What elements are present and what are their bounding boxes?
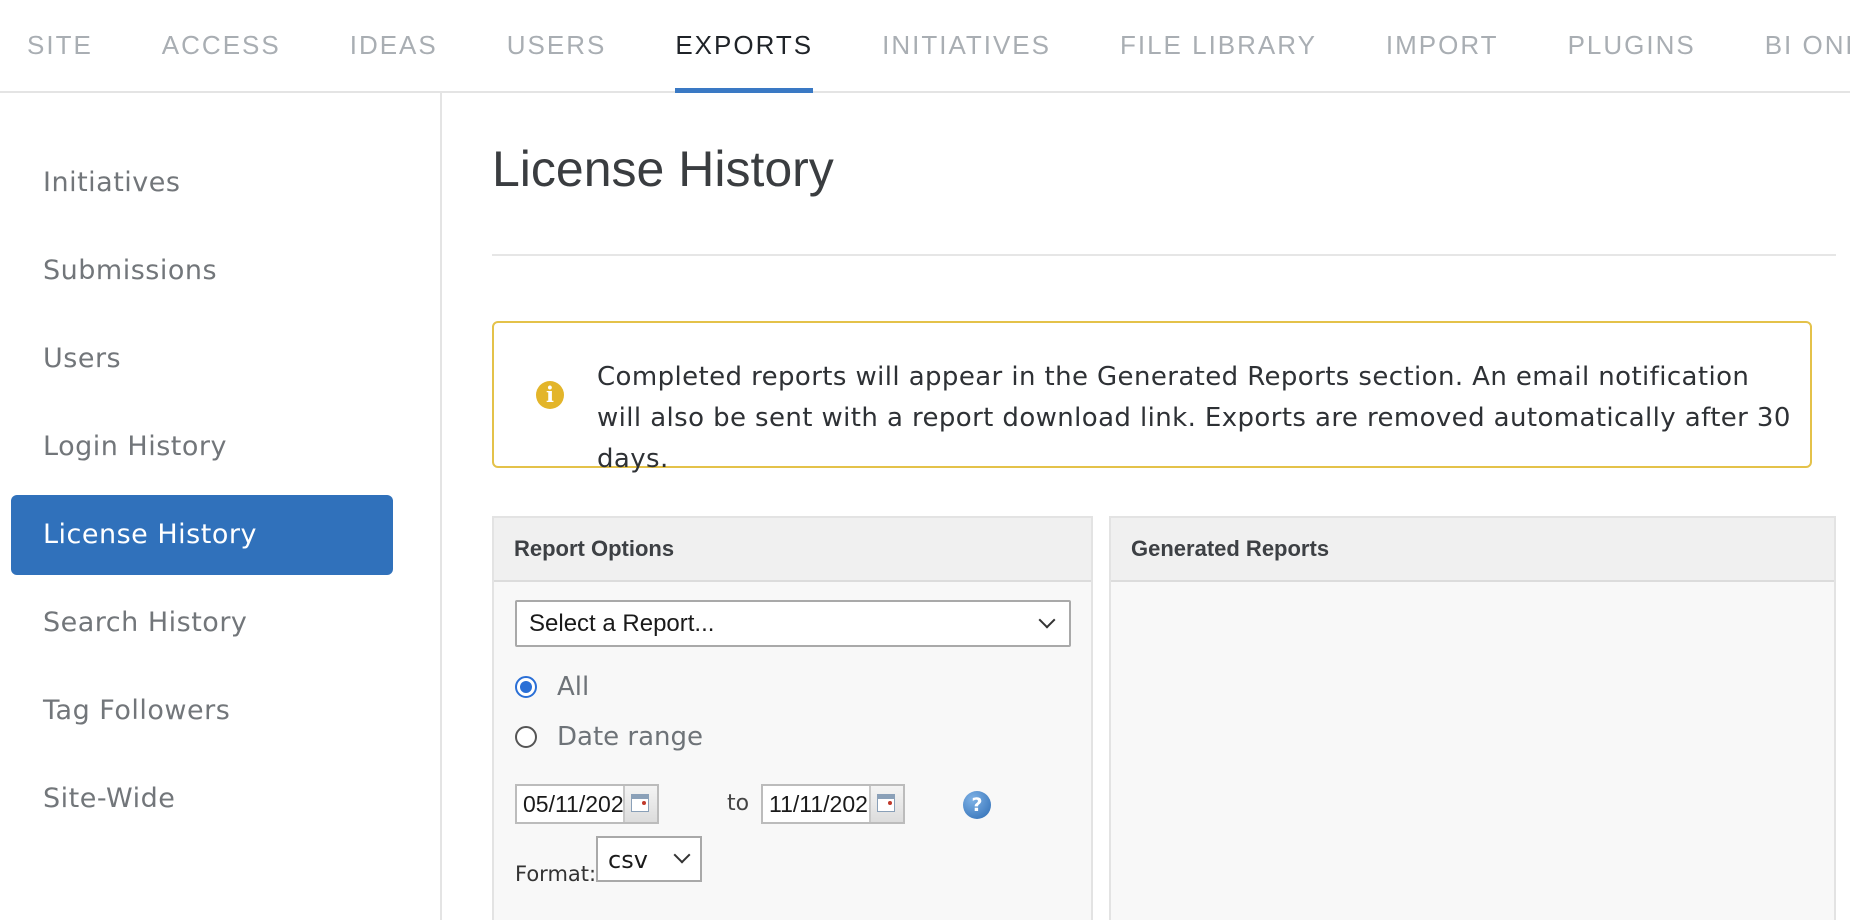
date-from-field[interactable]: 05/11/2025 (515, 784, 659, 824)
date-from-value: 05/11/2025 (523, 791, 637, 817)
top-navigation: SITE ACCESS IDEAS USERS EXPORTS INITIATI… (0, 0, 1850, 93)
radio-date-range-label: Date range (557, 722, 704, 752)
tab-import[interactable]: IMPORT (1386, 0, 1499, 91)
date-to-calendar-button[interactable] (869, 786, 903, 822)
sidebar-item-license-history[interactable]: License History (11, 495, 393, 575)
info-notice: i Completed reports will appear in the G… (492, 321, 1812, 474)
page-title: License History (492, 141, 834, 197)
info-icon: i (536, 381, 564, 409)
tab-ideas[interactable]: IDEAS (350, 0, 438, 91)
calendar-icon (877, 794, 895, 812)
chevron-down-icon (1038, 611, 1056, 629)
date-from-calendar-button[interactable] (623, 786, 657, 822)
notice-text: Completed reports will appear in the Gen… (597, 362, 1791, 474)
calendar-icon (631, 794, 649, 812)
chevron-down-icon (673, 846, 691, 864)
tab-initiatives[interactable]: INITIATIVES (882, 0, 1051, 91)
generated-reports-panel: Generated Reports (1109, 516, 1836, 920)
top-tabs: SITE ACCESS IDEAS USERS EXPORTS INITIATI… (0, 0, 1850, 93)
generated-reports-header: Generated Reports (1111, 518, 1834, 582)
date-to-field[interactable]: 11/11/2025 (761, 784, 905, 824)
report-select[interactable]: Select a Report... (515, 600, 1071, 647)
tab-exports[interactable]: EXPORTS (675, 0, 813, 93)
sidebar-item-tag-followers[interactable]: Tag Followers (11, 671, 393, 751)
sidebar-item-site-wide[interactable]: Site-Wide (11, 759, 393, 839)
sidebar-item-users[interactable]: Users (11, 319, 393, 399)
report-options-panel: Report Options Select a Report... All Da… (492, 516, 1093, 920)
sidebar-item-initiatives[interactable]: Initiatives (11, 143, 393, 223)
report-options-header: Report Options (494, 518, 1091, 582)
report-select-value: Select a Report... (529, 610, 715, 637)
sidebar: Initiatives Submissions Users Login Hist… (0, 93, 442, 920)
sidebar-item-login-history[interactable]: Login History (11, 407, 393, 487)
tab-file-library[interactable]: FILE LIBRARY (1120, 0, 1317, 91)
sidebar-item-submissions[interactable]: Submissions (11, 231, 393, 311)
tab-site[interactable]: SITE (27, 0, 93, 91)
radio-all[interactable] (515, 676, 537, 698)
title-divider (492, 254, 1836, 256)
radio-all-label: All (557, 672, 590, 702)
tab-bi-only[interactable]: BI ONLY (1765, 0, 1850, 91)
tab-users[interactable]: USERS (507, 0, 607, 91)
format-select[interactable]: csv (596, 836, 702, 882)
date-to-value: 11/11/2025 (769, 791, 881, 817)
date-to-separator: to (727, 791, 750, 816)
help-icon[interactable]: ? (963, 791, 991, 819)
tab-plugins[interactable]: PLUGINS (1568, 0, 1696, 91)
sidebar-item-search-history[interactable]: Search History (11, 583, 393, 663)
format-label: Format: (515, 862, 597, 886)
format-select-value: csv (608, 846, 648, 874)
tab-access[interactable]: ACCESS (162, 0, 281, 91)
radio-date-range[interactable] (515, 726, 537, 748)
